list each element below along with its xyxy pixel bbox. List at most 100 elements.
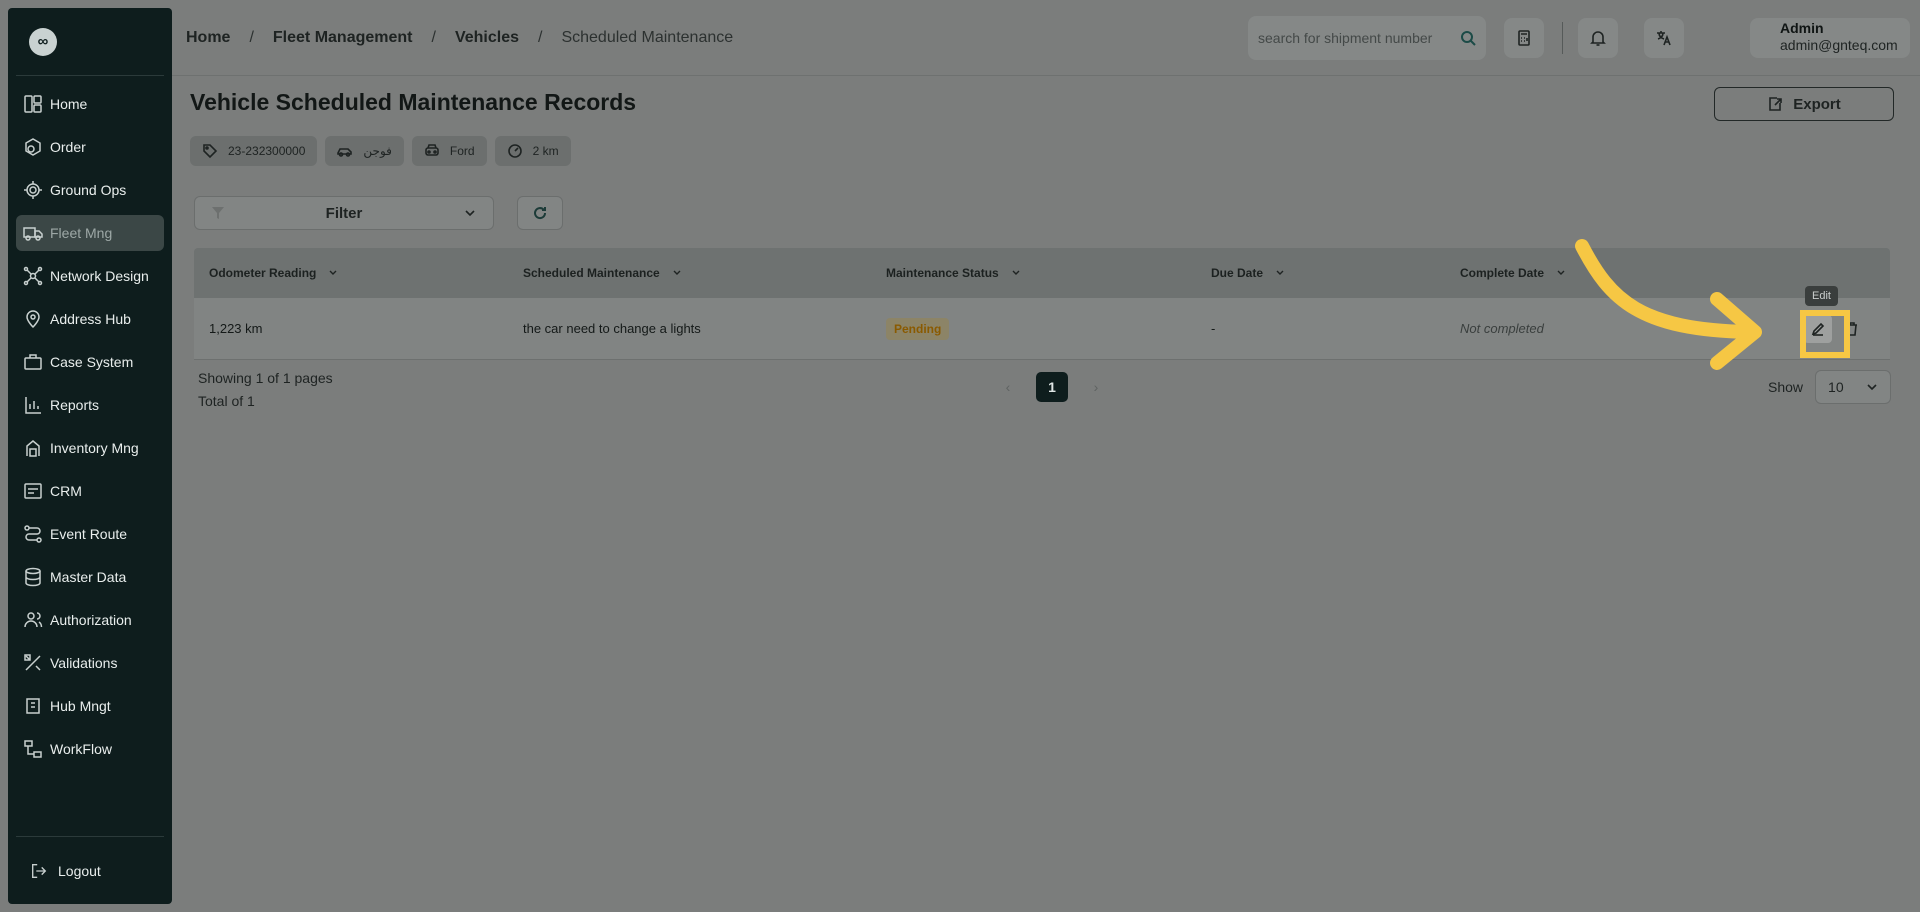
breadcrumb-separator: / — [249, 28, 254, 46]
crm-icon — [22, 480, 44, 502]
calculator-icon — [1518, 30, 1530, 46]
filter-dropdown[interactable]: Filter — [194, 196, 494, 230]
breadcrumb-separator: / — [538, 28, 543, 46]
tag-text: 2 km — [532, 144, 559, 158]
sidebar-item-home[interactable]: Home — [16, 86, 164, 122]
export-icon — [1769, 97, 1783, 111]
car-icon — [337, 148, 353, 157]
user-menu[interactable]: Admin admin@gnteq.com — [1750, 18, 1910, 58]
sidebar-item-label: WorkFlow — [50, 741, 112, 757]
page-number[interactable]: 1 — [1036, 372, 1068, 402]
tag-brand: Ford — [411, 136, 487, 166]
column-label: Maintenance Status — [886, 266, 999, 280]
breadcrumb-separator: / — [431, 28, 436, 46]
tag-model: فوجن — [325, 136, 404, 166]
inventory-icon — [22, 437, 44, 459]
tag-text: 23-232300000 — [228, 144, 306, 158]
logout-label: Logout — [58, 862, 101, 879]
sidebar-item-order[interactable]: Order — [16, 129, 164, 165]
column-header-due-date[interactable]: Due Date — [1211, 266, 1285, 280]
vehicle-tags: 23-232300000 فوجن Ford 2 km — [190, 136, 579, 166]
sidebar-item-inventory-mng[interactable]: Inventory Mng — [16, 430, 164, 466]
sidebar-item-case-system[interactable]: Case System — [16, 344, 164, 380]
search-icon[interactable] — [1460, 30, 1476, 46]
tag-text: فوجن — [363, 144, 392, 158]
calculator-button[interactable] — [1504, 18, 1544, 58]
chevron-down-icon — [673, 270, 681, 275]
logo-icon: ∞ — [29, 27, 57, 56]
export-button[interactable]: Export — [1714, 87, 1894, 121]
user-email: admin@gnteq.com — [1780, 37, 1898, 53]
show-label: Show — [1768, 379, 1804, 395]
column-label: Complete Date — [1460, 266, 1545, 280]
column-header-odometer[interactable]: Odometer Reading — [209, 266, 338, 280]
gauge-icon — [507, 144, 522, 158]
sidebar-item-authorization[interactable]: Authorization — [16, 602, 164, 638]
sidebar-item-workflow[interactable]: WorkFlow — [16, 731, 164, 767]
breadcrumb-fleet-management[interactable]: Fleet Management — [273, 29, 413, 47]
sidebar-item-label: CRM — [50, 483, 82, 499]
sidebar-item-label: Inventory Mng — [50, 440, 139, 456]
sidebar-item-label: Ground Ops — [50, 182, 127, 198]
sidebar-item-label: Reports — [50, 397, 100, 413]
sidebar-item-label: Authorization — [50, 612, 132, 628]
page-size-select[interactable]: 10 — [1815, 370, 1892, 404]
chevron-down-icon — [1557, 270, 1565, 275]
notifications-button[interactable] — [1578, 18, 1618, 58]
sidebar-item-reports[interactable]: Reports — [16, 387, 164, 423]
column-header-maintenance-status[interactable]: Maintenance Status — [886, 266, 1021, 280]
chevron-down-icon — [1867, 384, 1877, 391]
users-icon — [22, 609, 44, 631]
column-header-complete-date[interactable]: Complete Date — [1460, 266, 1566, 280]
sidebar-item-crm[interactable]: CRM — [16, 473, 164, 509]
sidebar-item-validations[interactable]: Validations — [16, 645, 164, 681]
sidebar-item-label: Event Route — [50, 526, 128, 542]
logo[interactable]: ∞ — [16, 8, 164, 76]
sidebar-item-fleet-mng[interactable]: Fleet Mng — [16, 215, 164, 251]
ground-ops-icon — [22, 179, 44, 201]
cell-odometer: 1,223 km — [209, 321, 263, 336]
case-icon — [22, 351, 44, 373]
sidebar-item-network-design[interactable]: Network Design — [16, 258, 164, 294]
sidebar-item-label: Home — [50, 96, 88, 112]
export-label: Export — [1793, 95, 1841, 113]
filter-label: Filter — [325, 204, 363, 222]
sidebar-item-address-hub[interactable]: Address Hub — [16, 301, 164, 337]
breadcrumb-home[interactable]: Home — [186, 29, 230, 47]
logout-button[interactable]: Logout — [16, 862, 101, 880]
car-front-icon — [425, 144, 439, 156]
search-input[interactable] — [1258, 30, 1460, 46]
translate-icon — [1657, 31, 1671, 46]
search-box — [1248, 16, 1486, 60]
bell-icon — [1590, 31, 1606, 46]
sidebar-item-label: Address Hub — [50, 311, 131, 327]
column-header-scheduled-maintenance[interactable]: Scheduled Maintenance — [523, 266, 682, 280]
sidebar-item-label: Master Data — [50, 569, 127, 585]
language-button[interactable] — [1644, 18, 1684, 58]
sidebar-item-label: Order — [50, 139, 86, 155]
sidebar-item-ground-ops[interactable]: Ground Ops — [16, 172, 164, 208]
route-icon — [22, 523, 44, 545]
sidebar-item-master-data[interactable]: Master Data — [16, 559, 164, 595]
sidebar-item-label: Network Design — [50, 268, 149, 284]
refresh-button[interactable] — [517, 196, 563, 230]
sidebar-item-event-route[interactable]: Event Route — [16, 516, 164, 552]
tag-icon — [203, 144, 218, 159]
sidebar-item-label: Validations — [50, 655, 118, 671]
sidebar-footer: Logout — [16, 836, 164, 904]
filter-icon — [212, 207, 224, 219]
breadcrumb-vehicles[interactable]: Vehicles — [455, 29, 519, 47]
header-divider — [1562, 22, 1563, 54]
chevron-down-icon — [1012, 270, 1020, 275]
breadcrumb: Home / Fleet Management / Vehicles / Sch… — [172, 29, 733, 47]
table-summary: Showing 1 of 1 pages Total of 1 — [198, 367, 333, 413]
page-size-value: 10 — [1828, 379, 1844, 395]
table-header: Odometer Reading Scheduled Maintenance M… — [194, 248, 1890, 298]
home-grid-icon — [22, 93, 44, 115]
location-icon — [22, 308, 44, 330]
next-page-icon[interactable]: › — [1086, 379, 1106, 395]
prev-page-icon[interactable]: ‹ — [998, 379, 1018, 395]
sidebar-item-hub-mngt[interactable]: Hub Mngt — [16, 688, 164, 724]
column-label: Scheduled Maintenance — [523, 266, 660, 280]
cell-complete-date: Not completed — [1460, 321, 1544, 336]
